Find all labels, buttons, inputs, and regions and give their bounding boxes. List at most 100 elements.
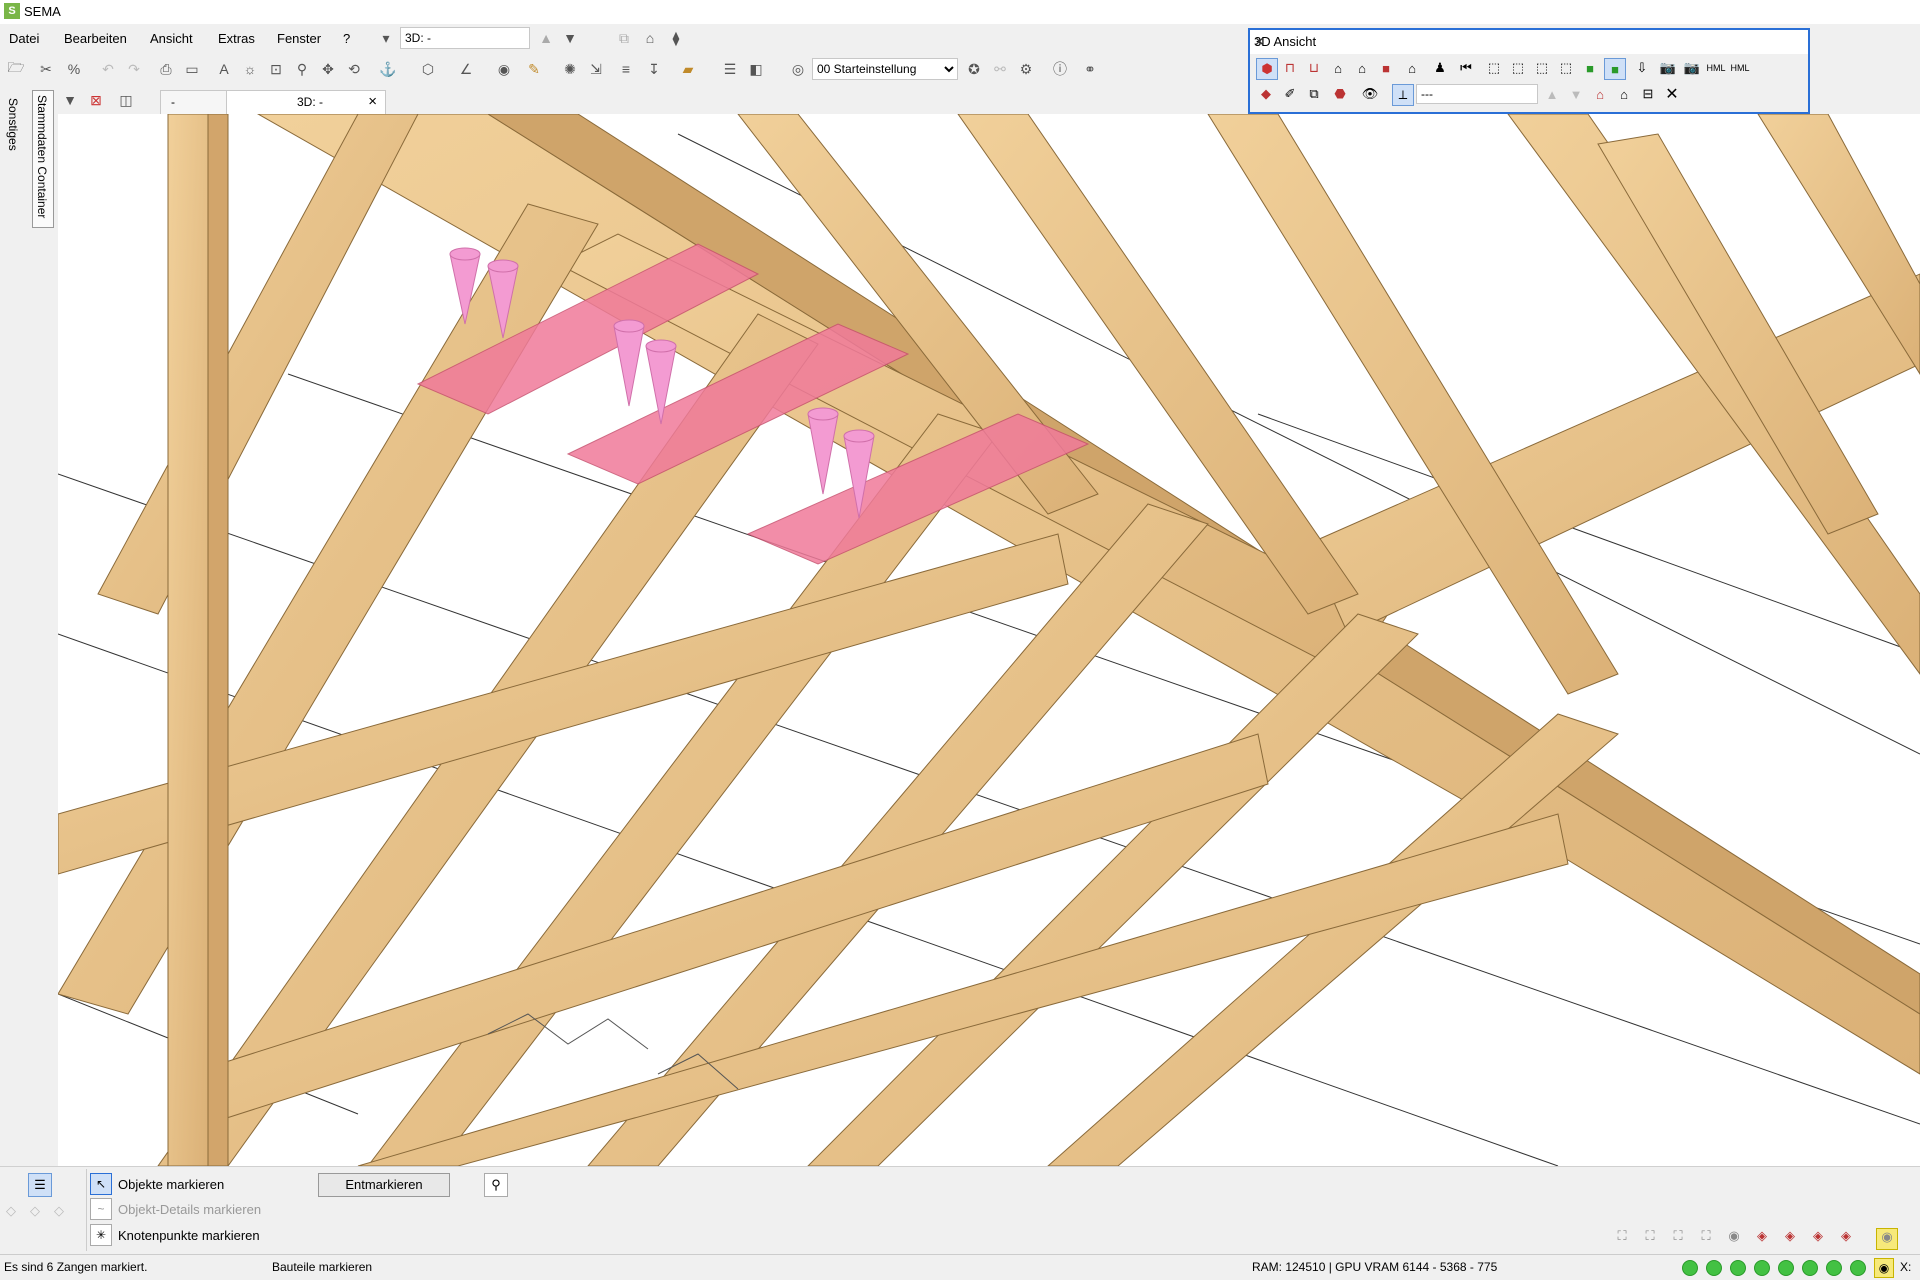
solid-green-cube-icon[interactable]: ■ [1580,58,1600,78]
tab-3d[interactable]: 3D: - × [226,90,386,114]
section-dropdown-icon[interactable]: ⬣ [1330,84,1350,104]
red-filter-3-icon[interactable]: ◈ [1808,1228,1828,1248]
first-frame-icon[interactable]: ⏮ [1456,58,1476,78]
view-iso-house-icon[interactable]: ⌂ [1402,58,1422,78]
page-layout-icon[interactable]: ▭ [182,59,202,79]
duplicate-icon[interactable]: ⧉ [1304,84,1324,104]
red-filter-2-icon[interactable]: ◈ [1780,1228,1800,1248]
percent-tool-icon[interactable]: % [64,59,84,79]
red-marker-icon[interactable]: ◆ [1256,84,1276,104]
window-icon[interactable]: ⊟ [1638,84,1658,104]
light-bulb-icon[interactable]: ☼ [240,59,260,79]
dimension-icon[interactable]: ⇲ [586,59,606,79]
view-toggle-icon[interactable]: ▾ [376,28,396,48]
menu-fenster[interactable]: Fenster [277,31,321,46]
marker-dropdown-icon[interactable]: ▰ [678,59,698,79]
house-view-icon[interactable]: ⌂ [640,28,660,48]
visibility-eye-icon[interactable]: ◉ [1876,1228,1898,1250]
person-marker-icon[interactable]: ♟ [1430,58,1450,78]
open-folder-icon[interactable]: 🗁 [6,59,26,79]
unmark-button[interactable]: Entmarkieren [318,1173,450,1197]
snap-a-icon[interactable]: ⛶ [1612,1228,1632,1248]
rotate-view-icon[interactable]: ⟲ [344,59,364,79]
dropdown-arrow-icon[interactable]: ▼ [560,28,580,48]
option-nodes[interactable]: ✳ Knotenpunkte markieren [90,1224,260,1246]
snap-c-icon[interactable]: ⛶ [1668,1228,1688,1248]
house-red-icon[interactable]: ⌂ [1590,84,1610,104]
visibility-dropdown-icon[interactable]: 👁 [1360,84,1380,104]
up-arrow-icon[interactable]: ▲ [536,28,556,48]
tab-3d-close-icon[interactable]: × [368,91,377,113]
pencil-dropdown-icon[interactable]: ✎ [524,59,544,79]
menu-help[interactable]: ? [343,31,350,46]
undo-icon[interactable]: ↶ [98,59,118,79]
vtab-stammdaten-frame[interactable]: Stammdaten Container [32,90,54,228]
layers-icon[interactable]: ☰ [28,1173,52,1197]
panel-layer-input[interactable] [1416,84,1538,104]
print-icon[interactable]: ⎙ [156,59,176,79]
redo-icon[interactable]: ↷ [124,59,144,79]
view-name-input[interactable] [400,27,530,49]
view-left-house-icon[interactable]: ⌂ [1328,58,1348,78]
menu-bearbeiten[interactable]: Bearbeiten [64,31,127,46]
view-front-icon[interactable]: ⊓ [1280,58,1300,78]
3d-viewport[interactable] [58,114,1920,1166]
view-back-icon[interactable]: ⊔ [1304,58,1324,78]
person-search-icon[interactable]: ⚲ [484,1173,508,1197]
eye-filter-icon[interactable]: ◉ [1724,1228,1744,1248]
link-icon[interactable]: ⚯ [990,59,1010,79]
zoom-icon[interactable]: ⚲ [292,59,312,79]
panel-up-icon[interactable]: ▲ [1542,84,1562,104]
cube-view-4-icon[interactable]: ⬚ [1556,58,1576,78]
status-eye-icon[interactable]: ◉ [1874,1258,1894,1278]
cut-tool-icon[interactable]: ✂ [36,59,56,79]
menu-ansicht[interactable]: Ansicht [150,31,193,46]
menu-datei[interactable]: Datei [9,31,39,46]
select-filter-icon[interactable]: ⬡ [418,59,438,79]
binoculars-icon[interactable]: ⚭ [1080,59,1100,79]
3d-view-panel-titlebar[interactable]: 3D Ansicht ✕ [1250,30,1808,54]
pan-icon[interactable]: ✥ [318,59,338,79]
layers-dropdown-icon[interactable]: ⧫ [666,28,686,48]
angle-tool-icon[interactable]: ∠ [456,59,476,79]
copy-view-icon[interactable]: ⧉ [614,28,634,48]
option-object-details[interactable]: ~ Objekt-Details markieren [90,1198,261,1220]
panel-down-icon[interactable]: ▼ [1566,84,1586,104]
camera-icon[interactable]: 📷 [1658,58,1678,78]
preset-select[interactable]: 00 Starteinstellung [812,58,958,80]
export-view-icon[interactable]: ⇩ [1632,58,1652,78]
snap-b-icon[interactable]: ⛶ [1640,1228,1660,1248]
view-perspective-icon[interactable]: ⬢ [1256,58,1278,80]
info-icon[interactable]: ⓘ [1050,59,1070,79]
cube-view-1-icon[interactable]: ⬚ [1484,58,1504,78]
vtab-sonstiges[interactable]: Sonstiges [6,98,20,151]
text-tool-icon[interactable]: A [214,59,234,79]
view-top-icon[interactable]: ■ [1376,58,1396,78]
clear-icon[interactable]: ✕ [1662,84,1682,104]
house-gear-icon[interactable]: ⌂ [1614,84,1634,104]
cube-view-2-icon[interactable]: ⬚ [1508,58,1528,78]
list-view-icon[interactable]: ☰ [720,59,740,79]
split-view-icon[interactable]: ◫ [116,90,136,110]
panel-layout-icon[interactable]: ◧ [746,59,766,79]
layer-c-icon[interactable]: ◇ [54,1203,64,1219]
settings-gear-icon[interactable]: ✺ [560,59,580,79]
options-gear-icon[interactable]: ⚙ [1016,59,1036,79]
view-right-house-icon[interactable]: ⌂ [1352,58,1372,78]
option-objects[interactable]: ↖ Objekte markieren [90,1173,224,1195]
3d-view-panel-close-icon[interactable]: ✕ [1254,34,1804,50]
measure-icon[interactable]: ↧ [644,59,664,79]
axis-icon[interactable]: ⟂ [1392,84,1414,106]
red-filter-4-icon[interactable]: ◈ [1836,1228,1856,1248]
visibility-icon[interactable]: ✪ [964,59,984,79]
camera-eye-icon[interactable]: ◉ [494,59,514,79]
tab-menu-arrow-icon[interactable]: ▼ [60,90,80,110]
menu-extras[interactable]: Extras [218,31,255,46]
snap-dropdown-icon[interactable]: ⚓ [378,59,398,79]
preset-eye-icon[interactable]: ◎ [788,59,808,79]
zoom-window-icon[interactable]: ⊡ [266,59,286,79]
close-view-icon[interactable]: ⊠ [86,90,106,110]
cube-view-3-icon[interactable]: ⬚ [1532,58,1552,78]
hml-export-2-icon[interactable]: HML [1730,58,1750,78]
camera-settings-icon[interactable]: 📷 [1682,58,1702,78]
